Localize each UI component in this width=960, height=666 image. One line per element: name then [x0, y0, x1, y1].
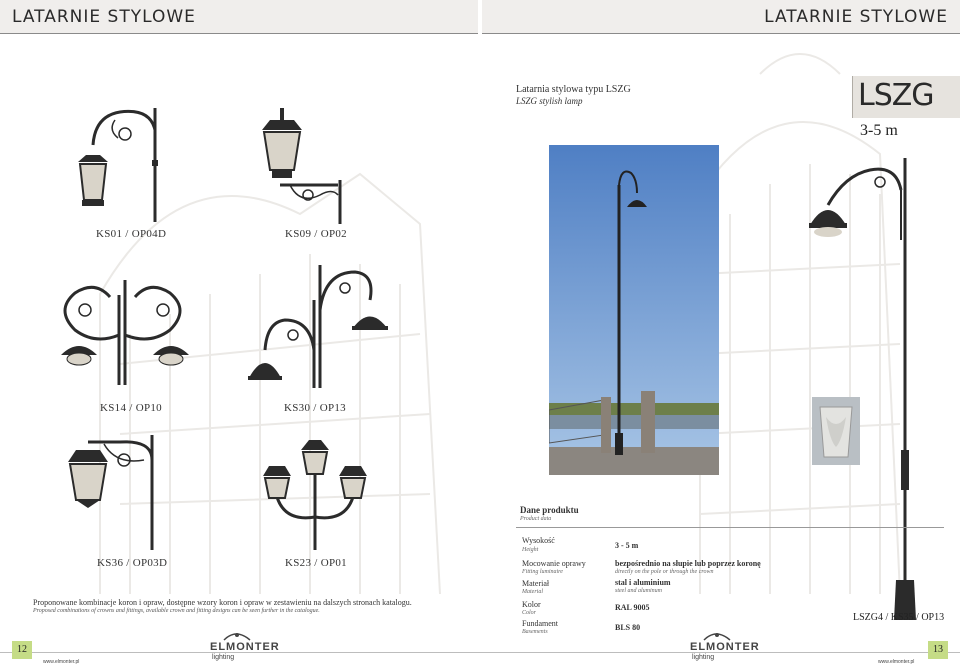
- product-data-title-en: Product data: [520, 516, 552, 522]
- caption-ks01-op04d: KS01 / OP04D: [96, 228, 167, 240]
- lamp-ks01-op04d: [78, 108, 158, 222]
- row-basement-label-en: Basements: [522, 629, 548, 635]
- row-material-label-en: Material: [522, 589, 543, 595]
- combinations-note-pl: Proponowane kombinacje koron i opraw, do…: [33, 598, 412, 607]
- header-left-title: LATARNIE STYLOWE: [12, 7, 196, 27]
- lamp-ks09-op02: [262, 108, 342, 224]
- row-color-label-en: Color: [522, 610, 537, 616]
- row-height-label-en: Height: [522, 547, 539, 553]
- caption-ks09-op02: KS09 / OP02: [285, 228, 347, 240]
- lamp-ks23-op01: [263, 440, 367, 550]
- lamp-ks14-op10: [61, 280, 189, 385]
- header-right-title: LATARNIE STYLOWE: [764, 7, 948, 27]
- row-basement-value: BLS 80: [615, 623, 641, 632]
- main-lamp-caption: LSZG4 / KS35 / OP13: [853, 612, 945, 623]
- row-height-label: Wysokość: [522, 536, 555, 545]
- caption-ks36-op03d: KS36 / OP03D: [97, 557, 168, 569]
- footer-url-left[interactable]: www.elmonter.pl: [43, 659, 79, 665]
- product-data-divider: [516, 527, 944, 528]
- row-fitting-value-en: directly on the pole or through the crow…: [615, 569, 714, 575]
- row-material-value: stal i aluminium: [615, 578, 671, 587]
- product-photo: [549, 145, 719, 475]
- lamp-ks36-op03d: [68, 435, 154, 550]
- row-material-label: Materiał: [522, 579, 550, 588]
- footer-line: [0, 652, 960, 653]
- row-height-value: 3 - 5 m: [615, 541, 639, 550]
- brand-sub-left: lighting: [212, 654, 235, 661]
- row-fitting-value: bezpośrednio na słupie lub poprzez koron…: [615, 559, 761, 568]
- brand-name-left: ELMONTER: [210, 641, 280, 653]
- lamp-ks30-op13: [248, 265, 388, 388]
- brand-name-right: ELMONTER: [690, 641, 760, 653]
- product-name-pl: Latarnia stylowa typu LSZG: [516, 84, 631, 95]
- caption-ks23-op01: KS23 / OP01: [285, 557, 347, 569]
- product-height: 3-5 m: [860, 122, 898, 139]
- combinations-note-en: Proposed combinations of crowns and fitt…: [33, 608, 320, 614]
- page-number-right: 13: [928, 641, 948, 659]
- product-data-title-pl: Dane produktu: [520, 505, 579, 515]
- row-fitting-label-en: Fitting luminaire: [522, 569, 563, 575]
- row-material-value-en: steel and aluminum: [615, 588, 662, 594]
- brand-sub-right: lighting: [692, 654, 715, 661]
- product-name-en: LSZG stylish lamp: [516, 96, 583, 106]
- page-number-left: 12: [12, 641, 32, 659]
- product-code: LSZG: [858, 78, 935, 113]
- main-lamp-drawing: [809, 158, 916, 620]
- row-fitting-label: Mocowanie oprawy: [522, 559, 586, 568]
- row-color-label: Kolor: [522, 600, 541, 609]
- footer-url-right[interactable]: www.elmonter.pl: [878, 659, 914, 665]
- row-basement-label: Fundament: [522, 619, 558, 628]
- caption-ks14-op10: KS14 / OP10: [100, 402, 162, 414]
- row-color-value: RAL 9005: [615, 603, 650, 612]
- caption-ks30-op13: KS30 / OP13: [284, 402, 346, 414]
